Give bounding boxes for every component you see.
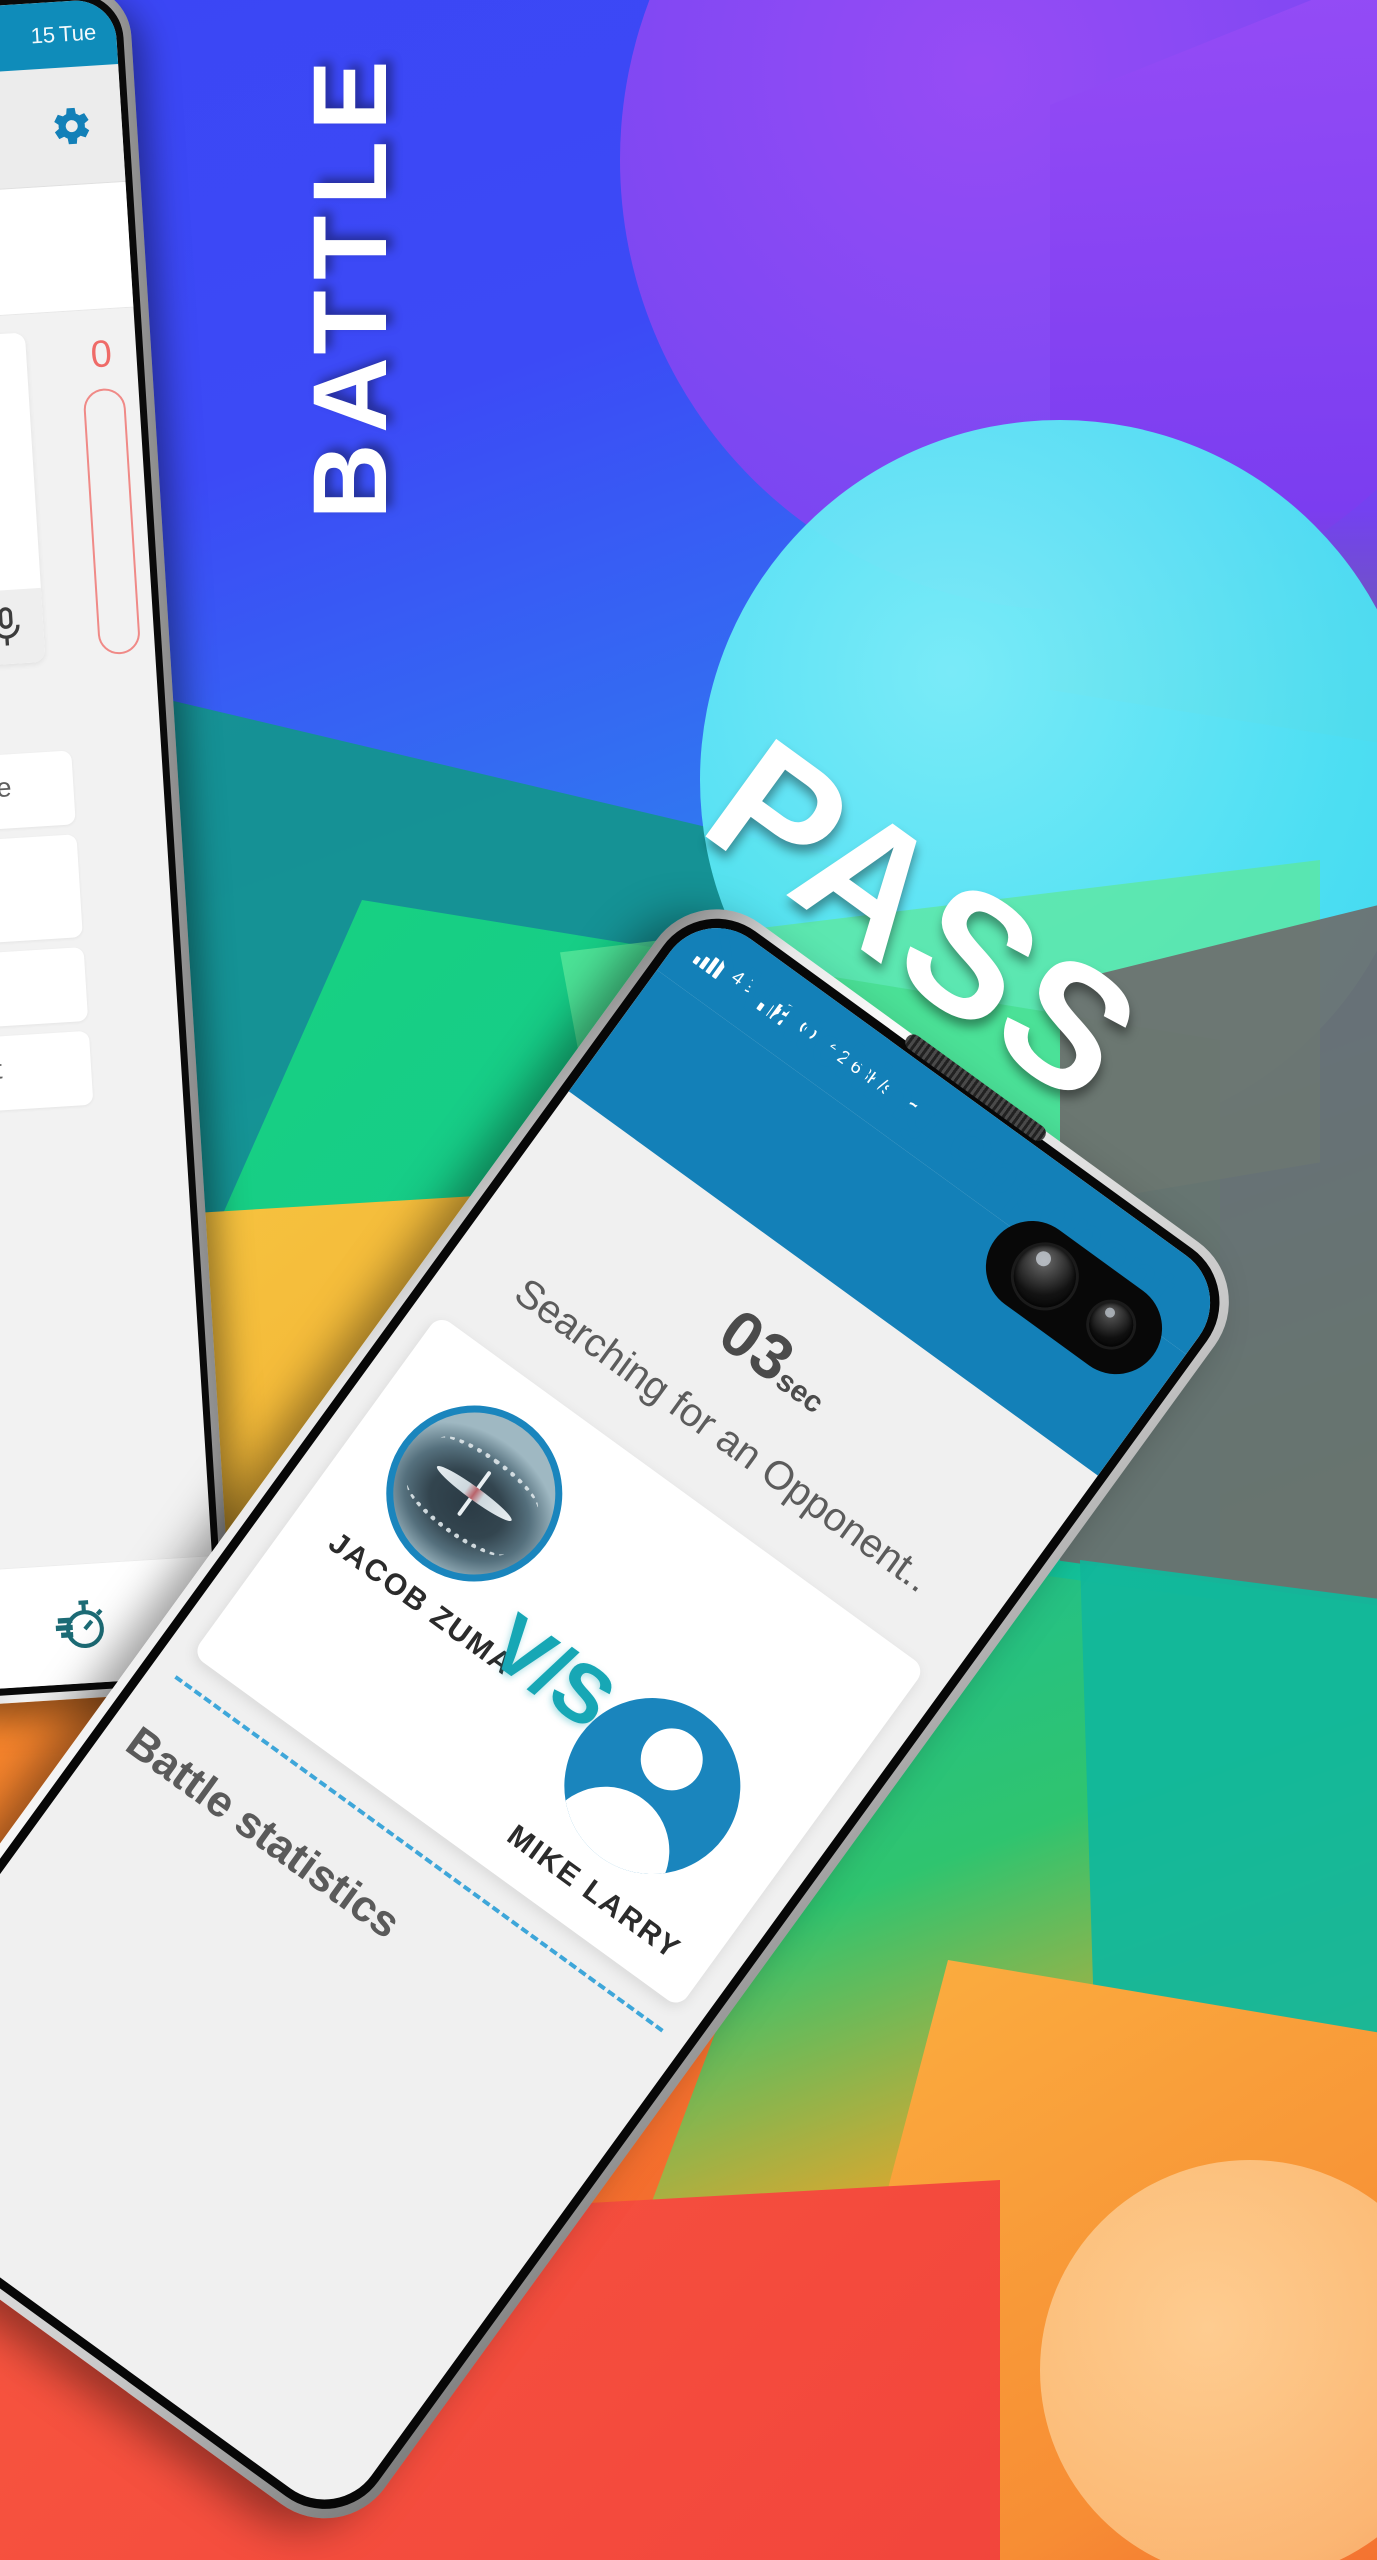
question-tools xyxy=(0,587,46,675)
stopwatch-icon[interactable] xyxy=(50,1593,112,1655)
left-toolbar xyxy=(0,64,126,199)
left-timer-tube xyxy=(82,387,142,656)
microphone-icon[interactable] xyxy=(0,587,46,667)
left-quiz-body: 0 the that xyxy=(0,308,183,1119)
list-item[interactable]: e road that xyxy=(0,1030,94,1119)
left-score-row: 4 xyxy=(0,181,134,325)
gear-icon[interactable] xyxy=(44,100,95,151)
avatar-head-icon xyxy=(628,1716,716,1803)
left-status-day: Tue xyxy=(58,19,97,47)
front-camera-lens-icon xyxy=(1001,1232,1088,1320)
promo-wordmark-battle: BATTLE xyxy=(292,50,409,520)
left-timer-value: 0 xyxy=(89,333,114,377)
player-left[interactable]: JACOB ZUMA xyxy=(322,1370,633,1683)
list-item[interactable]: ehicles d at the xyxy=(0,834,83,951)
list-item[interactable]: ad where the xyxy=(0,750,76,839)
list-item[interactable] xyxy=(0,946,89,1035)
left-timer-widget: 0 xyxy=(79,332,142,656)
left-status-time: 15 xyxy=(29,21,56,49)
front-camera-lens-secondary-icon xyxy=(1080,1293,1142,1356)
question-image-card xyxy=(0,332,46,675)
